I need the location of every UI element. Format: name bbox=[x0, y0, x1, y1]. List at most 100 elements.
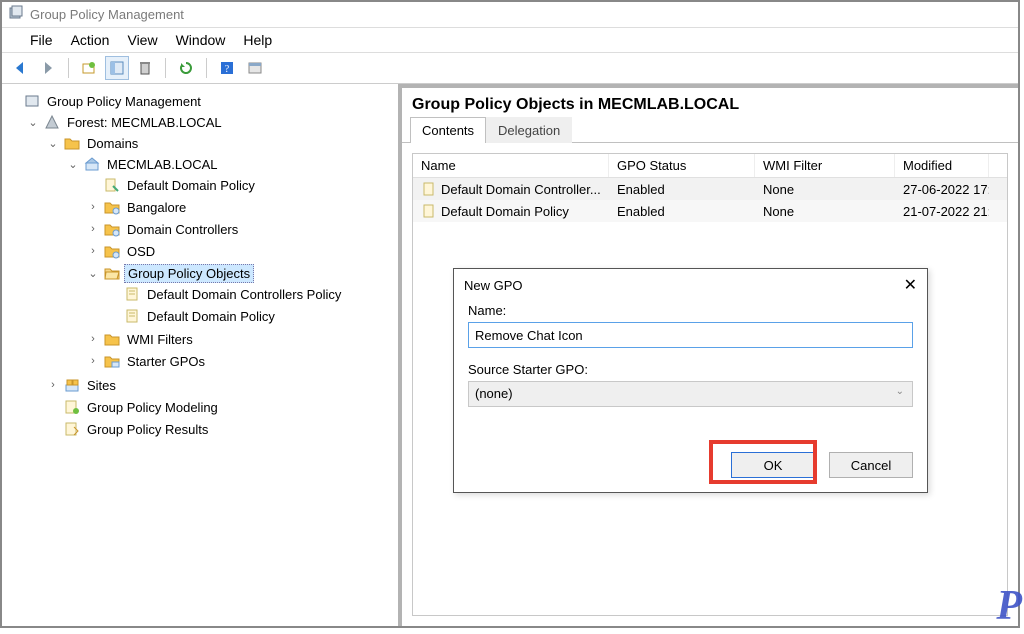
source-starter-dropdown[interactable]: (none) bbox=[468, 381, 913, 407]
chevron-right-icon[interactable]: › bbox=[86, 223, 100, 235]
twisty-icon[interactable]: ⌄ bbox=[46, 137, 60, 150]
tree-modeling[interactable]: ·Group Policy Modeling bbox=[46, 397, 394, 417]
tree-wmi-filters[interactable]: ›WMI Filters bbox=[86, 329, 394, 349]
tree-root[interactable]: ▾ Group Policy Management bbox=[6, 91, 394, 111]
options-button[interactable] bbox=[243, 56, 267, 80]
back-button[interactable] bbox=[8, 56, 32, 80]
tree-sites[interactable]: ›Sites bbox=[46, 375, 394, 395]
forward-button[interactable] bbox=[36, 56, 60, 80]
content-tabs: Contents Delegation bbox=[402, 116, 1018, 143]
menu-view[interactable]: View bbox=[127, 32, 157, 48]
cancel-button[interactable]: Cancel bbox=[829, 452, 913, 478]
sites-icon bbox=[64, 377, 80, 393]
chevron-right-icon[interactable]: › bbox=[86, 245, 100, 257]
source-starter-value: (none) bbox=[475, 386, 513, 401]
tree-osd[interactable]: › OSD bbox=[86, 241, 394, 261]
domain-icon bbox=[84, 156, 100, 172]
tab-delegation[interactable]: Delegation bbox=[486, 117, 572, 143]
cell-wmi: None bbox=[755, 180, 895, 199]
close-icon[interactable]: ✕ bbox=[904, 275, 917, 295]
col-wmi[interactable]: WMI Filter bbox=[755, 154, 895, 177]
source-label: Source Starter GPO: bbox=[468, 362, 913, 377]
chevron-right-icon[interactable]: › bbox=[86, 355, 100, 367]
grid-row[interactable]: Default Domain Policy Enabled None 21-07… bbox=[413, 200, 1007, 222]
gpo-icon bbox=[421, 181, 437, 197]
tree-ddcp-label: Default Domain Controllers Policy bbox=[144, 286, 344, 303]
cell-name: Default Domain Controller... bbox=[441, 182, 601, 197]
name-label: Name: bbox=[468, 303, 913, 318]
dialog-title: New GPO bbox=[464, 278, 523, 293]
tree-domain[interactable]: ⌄ MECMLAB.LOCAL bbox=[66, 154, 394, 174]
tree-gpo-ddp[interactable]: ·Default Domain Policy bbox=[106, 306, 394, 326]
results-icon bbox=[64, 421, 80, 437]
tree-osd-label: OSD bbox=[124, 243, 158, 260]
folder-open-icon bbox=[104, 265, 120, 281]
tree-bangalore-label: Bangalore bbox=[124, 199, 189, 216]
tree-forest-label: Forest: MECMLAB.LOCAL bbox=[64, 114, 225, 131]
new-window-button[interactable] bbox=[77, 56, 101, 80]
cell-wmi: None bbox=[755, 202, 895, 221]
menu-window[interactable]: Window bbox=[176, 32, 226, 48]
twisty-icon[interactable]: ⌄ bbox=[86, 267, 100, 280]
toolbar-sep-2 bbox=[165, 58, 166, 78]
toolbar-sep bbox=[68, 58, 69, 78]
watermark-logo: P bbox=[996, 582, 1018, 630]
chevron-right-icon[interactable]: › bbox=[46, 379, 60, 391]
gpo-icon bbox=[124, 308, 140, 324]
tree-gpo-container[interactable]: ⌄Group Policy Objects bbox=[86, 263, 394, 283]
chevron-right-icon[interactable]: › bbox=[86, 201, 100, 213]
col-status[interactable]: GPO Status bbox=[609, 154, 755, 177]
tree-default-domain-policy[interactable]: ·Default Domain Policy bbox=[86, 175, 394, 195]
cell-mod: 21-07-2022 21:4... bbox=[895, 202, 989, 221]
menu-help[interactable]: Help bbox=[243, 32, 272, 48]
ou-icon bbox=[104, 221, 120, 237]
menu-bar: File Action View Window Help bbox=[2, 28, 1018, 52]
ok-button[interactable]: OK bbox=[731, 452, 815, 478]
tree-forest[interactable]: ⌄ Forest: MECMLAB.LOCAL bbox=[26, 112, 394, 132]
folder-icon bbox=[64, 135, 80, 151]
ou-icon bbox=[104, 243, 120, 259]
show-hide-tree-button[interactable] bbox=[105, 56, 129, 80]
twisty-icon[interactable]: ⌄ bbox=[26, 116, 40, 129]
forest-icon bbox=[44, 114, 60, 130]
gpo-link-icon bbox=[104, 177, 120, 193]
tree-starter-gpos[interactable]: › Starter GPOs bbox=[86, 351, 394, 371]
tree-results-label: Group Policy Results bbox=[84, 421, 211, 438]
modeling-icon bbox=[64, 399, 80, 415]
grid-header: Name GPO Status WMI Filter Modified bbox=[413, 154, 1007, 178]
folder-icon bbox=[104, 353, 120, 369]
new-gpo-dialog: New GPO ✕ Name: Source Starter GPO: (non… bbox=[453, 268, 928, 493]
grid-row[interactable]: Default Domain Controller... Enabled Non… bbox=[413, 178, 1007, 200]
tab-contents[interactable]: Contents bbox=[410, 117, 486, 143]
cell-status: Enabled bbox=[609, 202, 755, 221]
col-modified[interactable]: Modified bbox=[895, 154, 989, 177]
chevron-right-icon[interactable]: › bbox=[86, 333, 100, 345]
refresh-button[interactable] bbox=[174, 56, 198, 80]
tree-domain-label: MECMLAB.LOCAL bbox=[104, 156, 221, 173]
tree-results[interactable]: ·Group Policy Results bbox=[46, 419, 394, 439]
menu-action[interactable]: Action bbox=[71, 32, 110, 48]
col-name[interactable]: Name bbox=[413, 154, 609, 177]
tree-gpo-ddcp[interactable]: ·Default Domain Controllers Policy bbox=[106, 284, 394, 304]
cell-mod: 27-06-2022 17:3... bbox=[895, 180, 989, 199]
twisty-icon[interactable]: ⌄ bbox=[66, 158, 80, 171]
tree-bangalore[interactable]: › Bangalore bbox=[86, 197, 394, 217]
tree-domain-controllers[interactable]: › Domain Controllers bbox=[86, 219, 394, 239]
gpo-name-input[interactable] bbox=[468, 322, 913, 348]
cell-status: Enabled bbox=[609, 180, 755, 199]
tree-ddp-label: Default Domain Policy bbox=[124, 177, 258, 194]
window-title: Group Policy Management bbox=[30, 7, 184, 22]
folder-icon bbox=[104, 331, 120, 347]
gpmc-app-icon bbox=[8, 5, 24, 24]
tree-domains[interactable]: ⌄ Domains bbox=[46, 133, 394, 153]
tree-pane[interactable]: ▾ Group Policy Management ⌄ Forest: MECM… bbox=[2, 84, 402, 626]
menu-file[interactable]: File bbox=[30, 32, 53, 48]
content-heading: Group Policy Objects in MECMLAB.LOCAL bbox=[402, 88, 1018, 116]
tree-starter-label: Starter GPOs bbox=[124, 353, 208, 370]
delete-button[interactable] bbox=[133, 56, 157, 80]
help-button[interactable]: ? bbox=[215, 56, 239, 80]
tree-dc-label: Domain Controllers bbox=[124, 221, 241, 238]
gpo-icon bbox=[124, 286, 140, 302]
tree-modeling-label: Group Policy Modeling bbox=[84, 399, 221, 416]
gpmc-root-icon bbox=[24, 93, 40, 109]
